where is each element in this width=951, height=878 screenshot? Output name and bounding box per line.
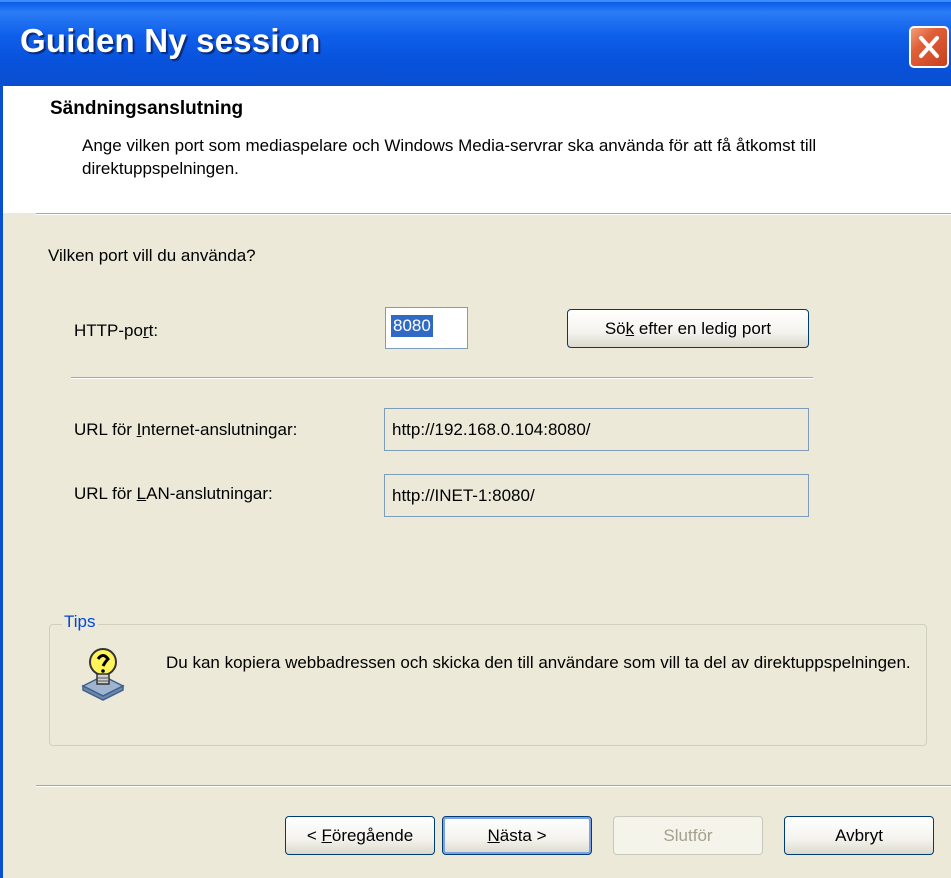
find-free-port-button[interactable]: Sök efter en ledig port bbox=[567, 309, 809, 348]
next-button[interactable]: Nästa > bbox=[442, 816, 592, 855]
http-port-label: HTTP-port: bbox=[74, 321, 159, 340]
header-divider bbox=[36, 213, 951, 215]
wizard-header: Sändningsanslutning Ange vilken port som… bbox=[3, 86, 951, 213]
port-question: Vilken port vill du använda? bbox=[48, 246, 256, 265]
tips-legend: Tips bbox=[62, 612, 98, 632]
window-title: Guiden Ny session bbox=[20, 22, 321, 59]
cancel-button[interactable]: Avbryt bbox=[784, 816, 934, 855]
close-icon bbox=[919, 36, 939, 58]
header-title: Sändningsanslutning bbox=[50, 98, 244, 119]
back-button[interactable]: < Föregående bbox=[285, 816, 435, 855]
lightbulb-icon bbox=[79, 646, 127, 709]
http-port-value: 8080 bbox=[391, 315, 433, 337]
internet-url-field[interactable]: http://192.168.0.104:8080/ bbox=[384, 408, 809, 451]
tips-text: Du kan kopiera webbadressen och skicka d… bbox=[166, 653, 911, 672]
footer-divider bbox=[36, 785, 951, 787]
lan-url-label: URL för LAN-anslutningar: bbox=[74, 484, 273, 503]
title-bar[interactable]: Guiden Ny session bbox=[0, 0, 951, 86]
close-button[interactable] bbox=[909, 26, 949, 68]
header-subtitle: Ange vilken port som mediaspelare och Wi… bbox=[82, 136, 817, 178]
http-port-input[interactable]: 8080 bbox=[385, 307, 468, 349]
port-divider bbox=[71, 377, 813, 379]
finish-button[interactable]: Slutför bbox=[613, 816, 763, 855]
internet-url-label: URL för Internet-anslutningar: bbox=[74, 420, 298, 439]
tips-group bbox=[49, 624, 927, 746]
lan-url-field[interactable]: http://INET-1:8080/ bbox=[384, 474, 809, 517]
